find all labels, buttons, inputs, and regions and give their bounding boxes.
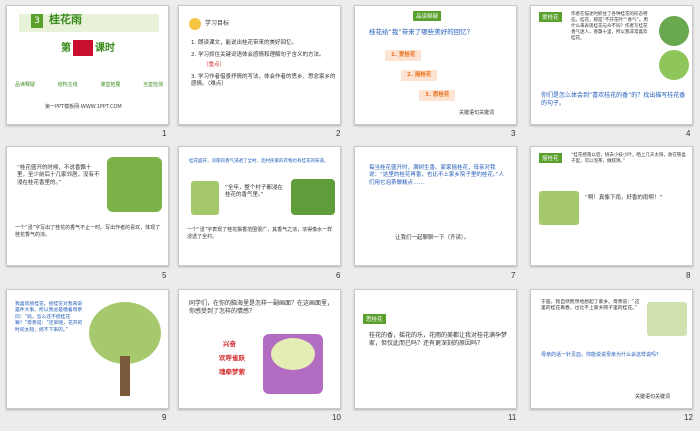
tree-canopy [271,338,315,370]
slide-number-1: 1 [162,129,167,138]
tree-photo-2 [659,50,689,80]
question-text: 桂花的香，摇花的乐，花雨的美都让我对桂花满孕梦家，但仅此而已吗？还有更深刻的原因… [369,332,508,348]
slide-thumb-1[interactable]: 3 桂花雨 第 课时 品读释疑 结构主线 课堂拓展 当堂检测 第一PPT模板网-… [6,5,169,125]
slide-thumb-10[interactable]: 同学们，在你的脑海里是怎样一副画面？在这画面里，你感受到了怎样的情感？ 兴奋 欢… [178,289,341,409]
lesson-suffix: 课时 [95,43,115,54]
section-heading: 学习目标 [205,20,230,27]
slide-thumb-9[interactable]: 我喜欢摇桂花。摇桂花对我来说是件大事。所以我总是缠着母亲问：“妈，怎么还不摇桂花… [6,289,169,409]
tag-2[interactable]: 结构主线 [58,82,78,89]
tag-1[interactable]: 品读释疑 [15,82,35,89]
analysis-note: 一个“浸”字表现了桂花飘香范围很广，其香气之浓，浓得像水一样浸透了全村。 [187,227,333,240]
section-tag: 思桂花 [363,314,386,324]
answer-1[interactable]: 1. 爱桂花 [385,50,422,62]
slide-number-11: 11 [508,413,517,422]
slide-thumb-3[interactable]: 品读释疑 桂花给“我”带来了哪些美好的回忆？ 1. 爱桂花 2. 摇桂花 3. … [354,5,517,125]
footer-text: 第一PPT模板网-WWW.1PPT.COM [45,104,122,110]
body-text: “桂花摇落以后，挑去小枝小叶，晒上几天太阳，收在铁盒子里，可以泡茶，做糕饼。” [571,153,686,165]
tag-4[interactable]: 当堂检测 [143,82,163,89]
slide-number-3: 3 [511,129,516,138]
bulb-icon [189,18,201,30]
slide-thumb-2[interactable]: 学习目标 1. 朗读课文，能说出桂花带来的美好回忆。 2. 学习抓住关键词语体会… [178,5,341,125]
answer-3[interactable]: 3. 思桂花 [419,90,456,102]
section-tag: 摇桂花 [539,153,562,163]
question-text: 母亲的话一针见血，你能说说母亲为什么会这样说吗？ [541,352,662,358]
slide-thumbnail-grid: 3 桂花雨 第 课时 品读释疑 结构主线 课堂拓展 当堂检测 第一PPT模板网-… [0,0,700,431]
slide-thumb-5[interactable]: “桂花盛开的时候，不说香飘十里，至少前后十几家邻居，没有不浸在桂花香里的。” 一… [6,146,169,266]
slide-number-7: 7 [511,271,516,280]
slide-number-10: 10 [332,413,341,422]
tree-photo [291,179,335,215]
banner-label: 品读释疑 [413,11,442,21]
body-text: 作者在描述时抓住了各种桂花的形态特征。桂花，那是“不开花时”“香气”。用什么来表… [571,12,648,42]
house-photo [647,302,687,336]
lesson-prefix: 第 [61,43,71,54]
footer-label: 关键语句关键词 [459,110,495,116]
lesson-number-box [73,40,93,56]
footer-label: 关键语句关键词 [635,394,671,400]
quote-text: “啊！真像下雨，好香的雨啊！” [585,195,663,201]
slide-thumb-7[interactable]: 每当桂花盛开时，满树生香。家家摇桂花，母亲对我说：“这里的桂花再香，也比不上家乡… [354,146,517,266]
slide-thumb-4[interactable]: 爱桂花 作者在描述时抓住了各种桂花的形态特征。桂花，那是“不开花时”“香气”。用… [530,5,693,125]
intro-text: 桂花盛开，浓郁的香气浸透了全村，连村民家的衣物也有桂花的味道。 [189,159,329,164]
goal-1: 1. 朗读课文，能说出桂花带来的美好回忆。 [191,40,297,46]
scene-photo [539,191,579,225]
reading-prompt: 让我们一起聊聊一下（齐读）。 [395,235,470,241]
question-text: 桂花给“我”带来了哪些美好的回忆？ [369,28,474,36]
tree-trunk [120,356,130,396]
slide-number-6: 6 [336,271,341,280]
slide-thumb-12[interactable]: 于是，我自然而然地想起了家乡。母亲说：“这里的桂花再香，也比不上家乡院子里的桂花… [530,289,693,409]
slide-thumb-6[interactable]: 桂花盛开，浓郁的香气浸透了全村，连村民家的衣物也有桂花的味道。 “全年，整个村子… [178,146,341,266]
quote-text: “桂花盛开的时候，不说香飘十里，至少前后十几家邻居，没有不浸在桂花香里的。” [17,165,100,186]
tag-row: 品读释疑 结构主线 课堂拓展 当堂检测 [15,82,163,89]
slide-number-2: 2 [336,129,341,138]
feeling-word-2: 欢呼雀跃 [219,354,245,362]
paragraph-text: 每当桂花盛开时，满树生香。家家摇桂花，母亲对我说：“这里的桂花再香，也比不上家乡… [369,165,504,186]
body-text: 于是，我自然而然地想起了家乡。母亲说：“这里的桂花再香，也比不上家乡院子里的桂花… [541,300,640,312]
feeling-word-1: 兴奋 [223,340,236,348]
analysis-note: 一个“浸”字写出了桂花的香气不止一时。写出作者的喜欢，体现了桂花香气的浓。 [15,225,161,238]
slide-number-8: 8 [686,271,691,280]
osmanthus-photo [107,157,162,212]
slide-number-5: 5 [162,271,167,280]
badge-icon: 3 [31,14,43,28]
slide-number-9: 9 [162,413,167,422]
slide-thumb-8[interactable]: 摇桂花 “桂花摇落以后，挑去小枝小叶，晒上几天太阳，收在铁盒子里，可以泡茶，做糕… [530,146,693,266]
slide-number-4: 4 [686,129,691,138]
question-text: 你们是怎么体会到“喜欢桂花的香”的？找出描写桂花香的句子。 [541,92,686,108]
body-text: 我喜欢摇桂花。摇桂花对我来说是件大事。所以我总是缠着母亲问：“妈，怎么还不摇桂花… [15,302,83,333]
slide-number-12: 12 [684,413,693,422]
tree-photo-1 [659,16,689,46]
tree-canopy [89,302,161,364]
question-text: 同学们，在你的脑海里是怎样一副画面？在这画面里，你感受到了怎样的情感？ [189,300,334,316]
tag-3[interactable]: 课堂拓展 [100,82,120,89]
quote-text: “全年，整个村子都浸在桂花的香气里。” [225,185,283,199]
slide-title: 桂花雨 [49,13,82,26]
section-tag: 爱桂花 [539,12,562,22]
goal-3: 3. 学习作者借景抒情的写法，体会作者的思乡、思念家乡的感情。（难点） [191,74,336,88]
feeling-word-3: 魂牵梦萦 [219,368,245,376]
flower-photo [191,181,219,215]
answer-2[interactable]: 2. 摇桂花 [401,70,438,82]
slide-thumb-11[interactable]: 思桂花 桂花的香，摇花的乐，花雨的美都让我对桂花满孕梦家，但仅此而已吗？还有更深… [354,289,517,409]
goal-2: 2. 学习抓住关键词语体会感情和理解句子含义的方法。 [191,52,325,58]
goal-2-note: （重点） [203,62,226,68]
